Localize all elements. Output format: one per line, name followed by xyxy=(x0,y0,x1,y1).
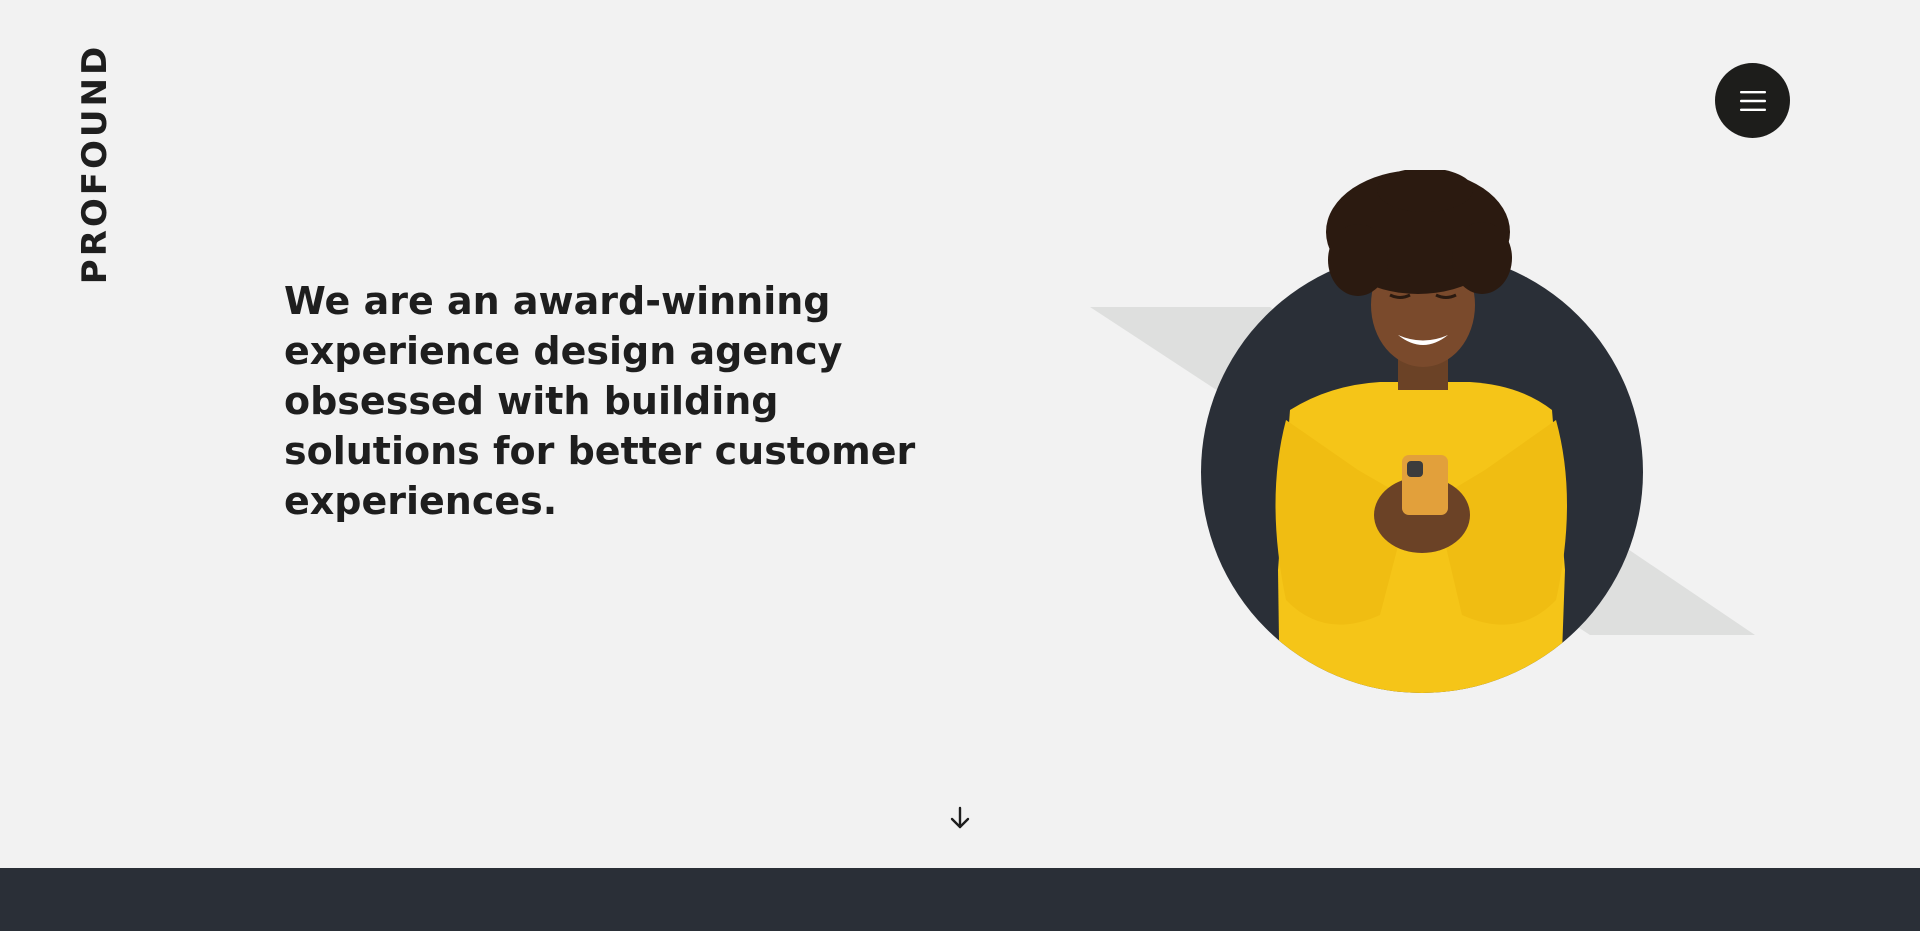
profound-logo[interactable]: PROFOUND xyxy=(75,44,115,284)
next-section-band xyxy=(0,868,1920,931)
arrow-down-icon[interactable] xyxy=(946,804,974,832)
menu-button[interactable] xyxy=(1715,63,1790,138)
hamburger-icon xyxy=(1739,90,1766,111)
hero-headline: We are an award-winning experience desig… xyxy=(284,279,916,523)
hero-image xyxy=(1090,170,1755,693)
logo-text: PROFOUND xyxy=(75,43,115,285)
page: PROFOUND We are an award-winning experie… xyxy=(0,0,1920,931)
